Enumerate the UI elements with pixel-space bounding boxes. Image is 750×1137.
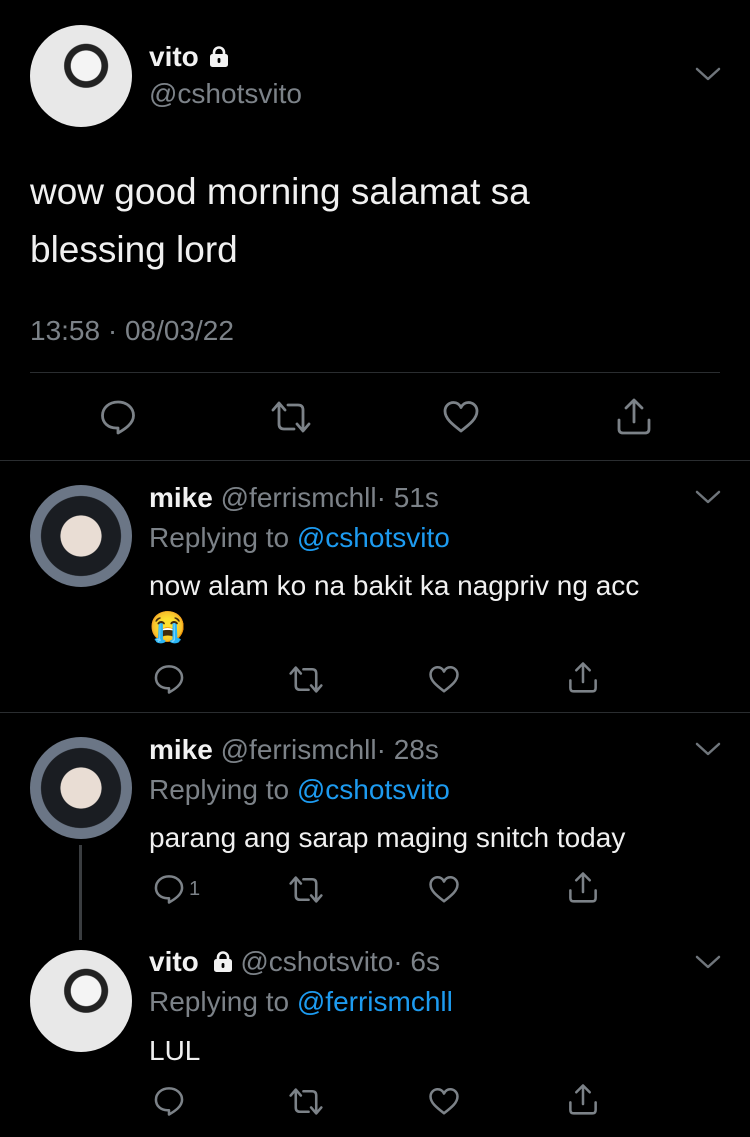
share-icon [569,872,597,903]
share-icon [569,662,597,693]
author-handle[interactable]: @cshotsvito [240,946,393,977]
reply-header: vito @cshotsvito· 6s [149,946,440,978]
tweet-timestamp[interactable]: 13:58 · 08/03/22 [30,315,234,347]
share-icon [569,1084,597,1115]
reply-text: now alam ko na bakit ka nagpriv ng acc [149,570,640,601]
retweet-button[interactable] [287,665,325,694]
tweet-age[interactable]: · 51s [377,482,439,513]
tweet-text-line: blessing lord [30,229,238,270]
tweet-age[interactable]: · 28s [377,734,439,765]
avatar[interactable] [30,950,132,1052]
like-button[interactable] [428,875,460,904]
tweet-age[interactable]: · 6s [393,946,440,977]
reply-button[interactable] [153,663,185,695]
reply-count: 1 [189,877,201,900]
mention-link[interactable]: @ferrismchll [297,986,453,1017]
crying-emoji: 😭 [149,611,187,644]
replying-to: Replying to @cshotsvito [149,522,450,554]
share-button[interactable] [567,1082,599,1116]
divider [30,372,720,373]
chevron-down-icon[interactable] [695,741,721,757]
share-icon [617,398,651,435]
retweet-button[interactable] [287,1087,325,1116]
author-handle[interactable]: @ferrismchll [221,482,377,513]
share-button[interactable] [615,396,653,436]
author-name[interactable]: vito [149,946,199,977]
retweet-icon [271,401,311,433]
replying-prefix: Replying to [149,986,290,1017]
reply-icon [154,1087,184,1116]
author-name[interactable]: mike [149,482,213,513]
retweet-icon [289,1088,323,1115]
tweet-text: wow good morning salamat sa blessing lor… [30,163,530,279]
lock-icon [213,951,233,973]
mention-link[interactable]: @cshotsvito [297,774,450,805]
heart-icon [429,1088,459,1115]
share-button[interactable] [567,870,599,904]
mention-link[interactable]: @cshotsvito [297,522,450,553]
lock-icon [209,46,229,68]
chevron-down-icon[interactable] [695,489,721,505]
tweet-text-line: wow good morning salamat sa [30,171,530,212]
heart-icon [429,876,459,903]
replying-prefix: Replying to [149,522,290,553]
author-name[interactable]: vito [149,41,199,72]
author-row: vito [149,41,229,75]
avatar[interactable] [30,25,132,127]
avatar[interactable] [30,485,132,587]
retweet-icon [289,666,323,693]
replying-prefix: Replying to [149,774,290,805]
like-button[interactable] [428,665,460,694]
reply-header: mike @ferrismchll· 51s [149,482,439,514]
author-handle[interactable]: @ferrismchll [221,734,377,765]
avatar[interactable] [30,737,132,839]
reply-button[interactable] [153,1085,185,1117]
author-handle[interactable]: @cshotsvito [149,78,302,110]
retweet-button[interactable] [269,400,313,434]
reply-icon [154,665,184,694]
chevron-down-icon[interactable] [695,954,721,970]
like-button[interactable] [428,1087,460,1116]
reply-button[interactable] [99,398,137,436]
retweet-button[interactable] [287,875,325,904]
retweet-icon [289,876,323,903]
share-button[interactable] [567,660,599,694]
reply-text: LUL [149,1035,201,1066]
reply-header: mike @ferrismchll· 28s [149,734,439,766]
divider [0,460,750,461]
replying-to: Replying to @ferrismchll [149,986,453,1018]
reply-text: parang ang sarap maging snitch today [149,822,626,853]
like-button[interactable] [442,400,480,434]
reply-button[interactable]: 1 [153,873,200,905]
reply-icon [101,400,135,435]
reply-icon [154,875,184,904]
replying-to: Replying to @cshotsvito [149,774,450,806]
heart-icon [429,666,459,693]
chevron-down-icon[interactable] [695,66,721,82]
divider [0,712,750,713]
heart-icon [443,401,479,433]
thread-connector-line [79,845,82,940]
author-name[interactable]: mike [149,734,213,765]
